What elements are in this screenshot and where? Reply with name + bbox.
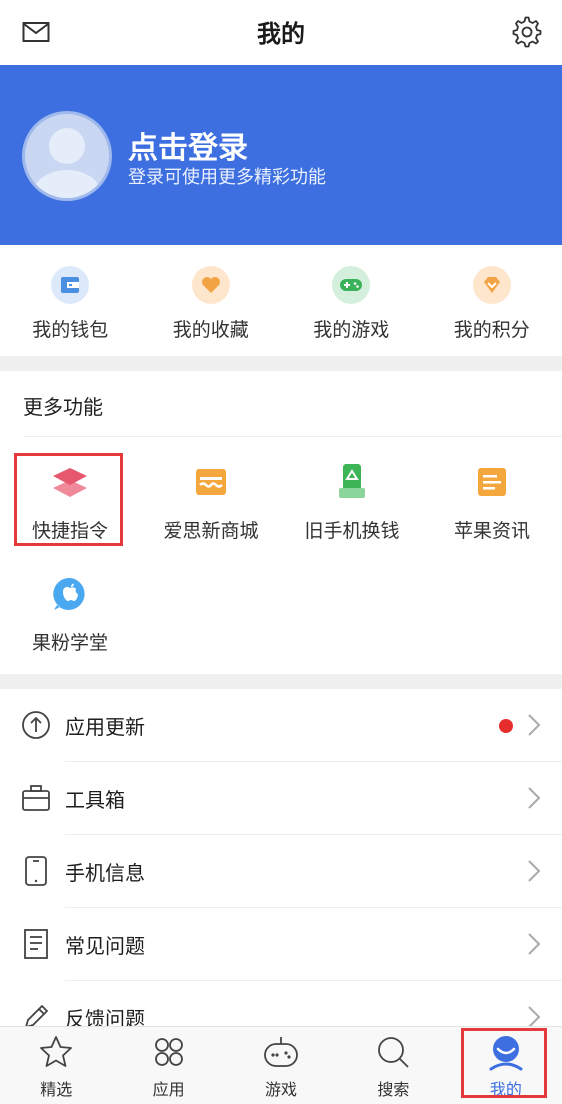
update-badge-dot bbox=[499, 719, 513, 733]
top-nav-bar: 我的 bbox=[0, 0, 562, 65]
tab-label: 游戏 bbox=[265, 1080, 298, 1099]
quick-actions-row: 我的钱包 我的收藏 我的游戏 我的积分 bbox=[0, 245, 562, 356]
list-item-label: 应用更新 bbox=[65, 715, 145, 739]
chevron-right-icon bbox=[528, 787, 541, 809]
highlight-box bbox=[14, 453, 123, 546]
star-icon bbox=[40, 1036, 73, 1067]
gear-icon[interactable] bbox=[511, 16, 543, 48]
heart-icon bbox=[191, 266, 230, 304]
toolbox-icon bbox=[22, 785, 50, 811]
quick-item-favorites[interactable]: 我的收藏 bbox=[141, 245, 282, 356]
avatar[interactable] bbox=[22, 111, 112, 201]
quick-item-label: 我的积分 bbox=[453, 319, 530, 341]
quick-item-label: 我的游戏 bbox=[313, 319, 390, 341]
list-item-phone-info[interactable]: 手机信息 bbox=[0, 835, 562, 908]
tab-label: 搜索 bbox=[377, 1080, 410, 1099]
quick-item-games[interactable]: 我的游戏 bbox=[281, 245, 422, 356]
tab-featured[interactable]: 精选 bbox=[0, 1027, 112, 1104]
tab-apps[interactable]: 应用 bbox=[112, 1027, 224, 1104]
tab-games[interactable]: 游戏 bbox=[225, 1027, 337, 1104]
section-separator bbox=[0, 356, 562, 371]
quick-item-wallet[interactable]: 我的钱包 bbox=[0, 245, 141, 356]
tab-search[interactable]: 搜索 bbox=[337, 1027, 449, 1104]
apps-grid-icon bbox=[154, 1038, 183, 1066]
quick-item-label: 我的钱包 bbox=[32, 319, 109, 341]
feature-label: 果粉学堂 bbox=[31, 632, 108, 654]
game-robot-icon bbox=[264, 1037, 298, 1067]
list-item-toolbox[interactable]: 工具箱 bbox=[0, 762, 562, 835]
list-item-app-update[interactable]: 应用更新 bbox=[0, 689, 562, 762]
feature-label: 爱思新商城 bbox=[163, 520, 259, 542]
section-separator bbox=[0, 674, 562, 689]
points-icon bbox=[472, 266, 511, 304]
quick-item-label: 我的收藏 bbox=[172, 319, 249, 341]
quick-item-points[interactable]: 我的积分 bbox=[422, 245, 562, 356]
list-item-label: 常见问题 bbox=[65, 934, 145, 958]
list-item-label: 手机信息 bbox=[65, 861, 145, 885]
document-icon bbox=[24, 929, 48, 959]
default-avatar-icon bbox=[33, 128, 101, 198]
chevron-right-icon bbox=[528, 714, 541, 736]
upload-arrow-icon bbox=[22, 711, 50, 739]
search-icon bbox=[378, 1037, 410, 1068]
list-item-label: 工具箱 bbox=[65, 788, 125, 812]
gamepad-icon bbox=[332, 266, 371, 304]
chevron-right-icon bbox=[528, 860, 541, 882]
login-subtitle: 登录可使用更多精彩功能 bbox=[128, 167, 326, 188]
tab-label: 精选 bbox=[40, 1080, 73, 1099]
store-icon bbox=[191, 462, 231, 502]
apple-school-icon bbox=[50, 574, 90, 614]
more-functions-title: 更多功能 bbox=[23, 395, 103, 419]
feature-apple-school[interactable]: 果粉学堂 bbox=[0, 574, 140, 655]
feature-recycle-phone[interactable]: 旧手机换钱 bbox=[282, 462, 422, 543]
page-title: 我的 bbox=[257, 20, 305, 48]
feature-store[interactable]: 爱思新商城 bbox=[141, 462, 281, 543]
feature-apple-news[interactable]: 苹果资讯 bbox=[422, 462, 562, 543]
wallet-icon bbox=[51, 266, 90, 304]
news-icon bbox=[472, 462, 512, 502]
login-header[interactable]: 点击登录 登录可使用更多精彩功能 bbox=[0, 65, 562, 245]
divider bbox=[23, 436, 562, 437]
login-title[interactable]: 点击登录 bbox=[128, 123, 248, 167]
recycle-phone-icon bbox=[332, 462, 372, 502]
highlight-box bbox=[461, 1028, 547, 1098]
chevron-right-icon bbox=[528, 933, 541, 955]
tab-label: 应用 bbox=[152, 1080, 185, 1099]
phone-icon bbox=[25, 856, 47, 886]
feature-label: 苹果资讯 bbox=[453, 520, 530, 542]
feature-label: 旧手机换钱 bbox=[304, 520, 400, 542]
list-item-faq[interactable]: 常见问题 bbox=[0, 908, 562, 981]
